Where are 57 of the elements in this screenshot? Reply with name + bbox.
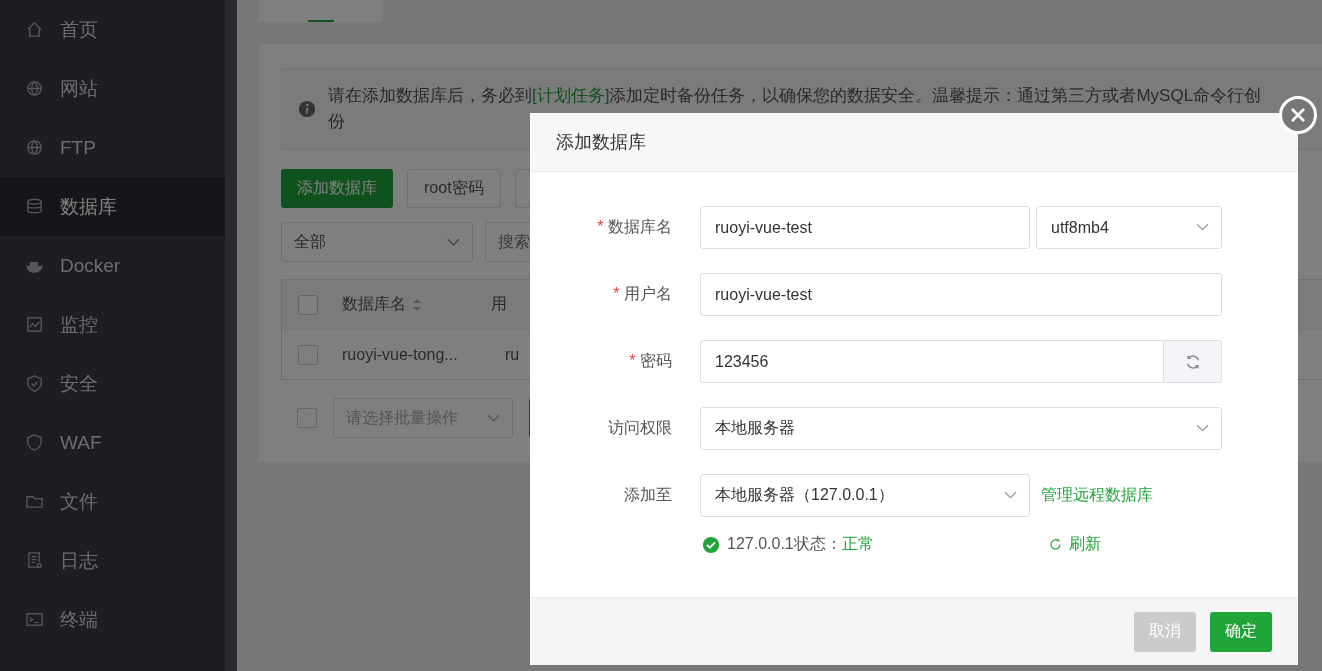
database-icon <box>25 197 44 216</box>
chart-icon <box>25 315 44 334</box>
home-icon <box>25 20 44 39</box>
access-select[interactable]: 本地服务器 <box>700 407 1222 450</box>
chevron-icon <box>1196 223 1209 232</box>
sidebar-item[interactable]: 安全 <box>0 354 225 413</box>
manage-remote-link[interactable]: 管理远程数据库 <box>1041 485 1153 506</box>
sort-icon[interactable] <box>412 296 422 313</box>
sidebar-item[interactable]: WAF <box>0 413 225 472</box>
sidebar-item[interactable]: 网站 <box>0 59 225 118</box>
column-header[interactable]: 用 <box>491 294 507 315</box>
refresh-icon <box>1048 537 1063 552</box>
globe-icon <box>25 138 44 157</box>
checkbox[interactable] <box>298 344 318 365</box>
chevron-icon <box>487 413 500 423</box>
confirm-button[interactable]: 确定 <box>1210 611 1272 652</box>
sidebar-item[interactable]: 监控 <box>0 295 225 354</box>
info-icon <box>298 100 316 118</box>
status-label: 127.0.0.1状态： <box>727 534 842 554</box>
refresh-link[interactable]: 刷新 <box>1048 534 1101 555</box>
shield-icon <box>25 433 44 452</box>
sidebar-item[interactable]: 终端 <box>0 590 225 649</box>
chevron-icon <box>447 237 460 247</box>
add-database-button[interactable]: 添加数据库 <box>281 169 393 208</box>
globe-icon <box>25 79 44 98</box>
password-field[interactable]: 123456 <box>700 340 1164 383</box>
table-cell-text: ruoyi-vue-tong... <box>342 345 459 364</box>
input-field[interactable]: ruoyi-vue-test <box>700 206 1030 249</box>
shield-icon <box>25 374 44 393</box>
input-field[interactable]: ruoyi-vue-test <box>700 273 1222 316</box>
field-label: * 数据库名 <box>596 217 672 237</box>
sidebar-item[interactable]: 文件 <box>0 472 225 531</box>
chevron-icon <box>1004 491 1017 500</box>
sidebar-item[interactable]: FTP <box>0 118 225 177</box>
chevron-icon <box>1196 424 1209 433</box>
sidebar-item[interactable]: 首页 <box>0 0 225 59</box>
column-header[interactable]: 数据库名 <box>342 294 406 315</box>
document-icon <box>25 551 44 570</box>
status-value: 正常 <box>841 534 874 554</box>
table-cell: ru <box>505 345 520 364</box>
field-label: 添加至 <box>623 485 672 505</box>
field-label: * 密码 <box>628 351 672 371</box>
regenerate-button[interactable] <box>1164 340 1222 383</box>
field-label: * 用户名 <box>612 284 672 304</box>
terminal-icon <box>25 610 44 629</box>
checkbox[interactable] <box>298 294 318 315</box>
scheduled-task-link[interactable]: [计划任务] <box>532 86 610 105</box>
sidebar-item[interactable]: 数据库 <box>0 177 225 236</box>
server-select[interactable]: 本地服务器（127.0.0.1） <box>700 474 1030 517</box>
checkbox[interactable] <box>297 408 317 428</box>
sidebar-item[interactable]: 日志 <box>0 531 225 590</box>
root-password-button[interactable]: root密码 <box>407 169 501 208</box>
charset-select[interactable]: utf8mb4 <box>1036 206 1222 249</box>
filter-select[interactable]: 全部 <box>281 222 473 262</box>
field-label: 访问权限 <box>607 418 672 438</box>
dialog-title: 添加数据库 <box>556 131 646 154</box>
sidebar-item[interactable]: Docker <box>0 236 225 295</box>
